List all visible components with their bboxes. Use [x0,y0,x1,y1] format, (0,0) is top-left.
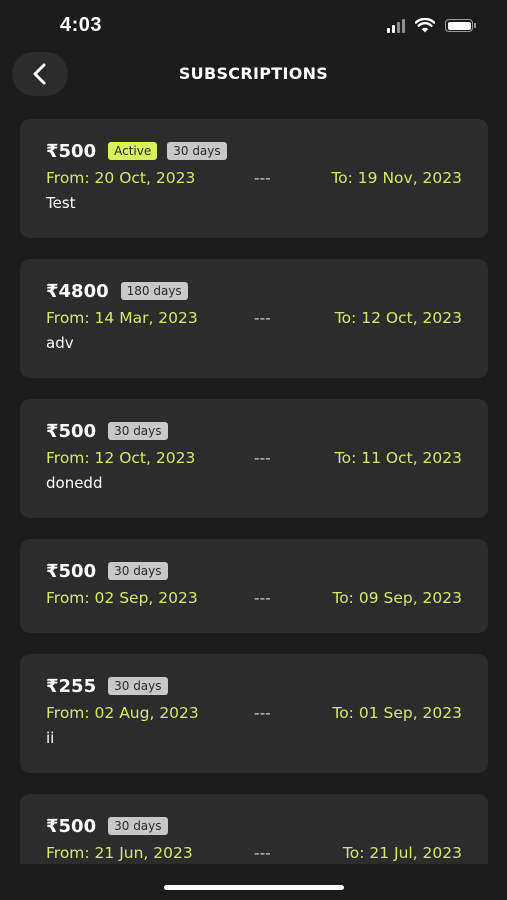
subscription-note: Test [46,194,76,212]
status-badge: Active [108,142,158,160]
card-header: ₹255 30 days [46,674,462,698]
card-header: ₹500 30 days [46,559,462,583]
subscription-card[interactable]: ₹500 Active 30 days From: 20 Oct, 2023 -… [20,119,488,238]
date-to: To: 09 Sep, 2023 [332,589,462,607]
date-separator: --- [254,844,271,862]
date-to: To: 01 Sep, 2023 [332,704,462,722]
duration-badge: 30 days [108,677,168,695]
date-range: From: 12 Oct, 2023 --- To: 11 Oct, 2023 [46,449,462,471]
page-title: SUBSCRIPTIONS [178,64,329,83]
date-range: From: 14 Mar, 2023 --- To: 12 Oct, 2023 [46,309,462,331]
date-to: To: 12 Oct, 2023 [334,309,462,327]
date-to: To: 19 Nov, 2023 [331,169,462,187]
duration-badge: 30 days [167,142,227,160]
subscription-amount: ₹255 [46,675,97,697]
status-time: 4:03 [60,14,103,36]
date-to: To: 21 Jul, 2023 [342,844,462,862]
date-separator: --- [254,309,271,327]
date-range: From: 21 Jun, 2023 --- To: 21 Jul, 2023 [46,844,462,864]
subscription-list[interactable]: ₹500 Active 30 days From: 20 Oct, 2023 -… [20,119,488,864]
date-from: From: 21 Jun, 2023 [46,844,193,862]
subscription-card[interactable]: ₹4800 180 days From: 14 Mar, 2023 --- To… [20,259,488,378]
subscription-card[interactable]: ₹500 30 days From: 02 Sep, 2023 --- To: … [20,539,488,633]
duration-badge: 180 days [120,282,188,300]
battery-icon [445,19,476,32]
home-indicator[interactable] [164,885,344,890]
card-header: ₹500 Active 30 days [46,139,462,163]
status-icons [387,18,476,33]
wifi-icon [415,18,435,33]
duration-badge: 30 days [108,422,168,440]
date-range: From: 02 Sep, 2023 --- To: 09 Sep, 2023 [46,589,462,611]
subscription-card[interactable]: ₹500 30 days From: 21 Jun, 2023 --- To: … [20,794,488,864]
subscription-note: adv [46,334,74,352]
date-from: From: 14 Mar, 2023 [46,309,198,327]
date-separator: --- [254,449,271,467]
card-header: ₹500 30 days [46,814,462,838]
subscription-card[interactable]: ₹255 30 days From: 02 Aug, 2023 --- To: … [20,654,488,773]
duration-badge: 30 days [108,817,168,835]
subscription-note: ii [46,729,55,747]
status-bar: 4:03 [0,0,507,56]
subscription-amount: ₹500 [46,420,97,442]
subscription-amount: ₹500 [46,815,97,837]
duration-badge: 30 days [108,562,168,580]
subscription-amount: ₹4800 [46,280,109,302]
date-range: From: 02 Aug, 2023 --- To: 01 Sep, 2023 [46,704,462,726]
date-separator: --- [254,589,271,607]
date-from: From: 12 Oct, 2023 [46,449,196,467]
date-separator: --- [254,169,271,187]
header: SUBSCRIPTIONS [0,52,507,98]
card-header: ₹4800 180 days [46,279,462,303]
date-from: From: 02 Aug, 2023 [46,704,199,722]
subscription-card[interactable]: ₹500 30 days From: 12 Oct, 2023 --- To: … [20,399,488,518]
date-from: From: 20 Oct, 2023 [46,169,196,187]
subscription-amount: ₹500 [46,560,97,582]
date-range: From: 20 Oct, 2023 --- To: 19 Nov, 2023 [46,169,462,191]
subscription-note: donedd [46,474,103,492]
card-header: ₹500 30 days [46,419,462,443]
date-from: From: 02 Sep, 2023 [46,589,198,607]
subscription-amount: ₹500 [46,140,97,162]
signal-icon [387,18,405,33]
date-separator: --- [254,704,271,722]
date-to: To: 11 Oct, 2023 [334,449,462,467]
